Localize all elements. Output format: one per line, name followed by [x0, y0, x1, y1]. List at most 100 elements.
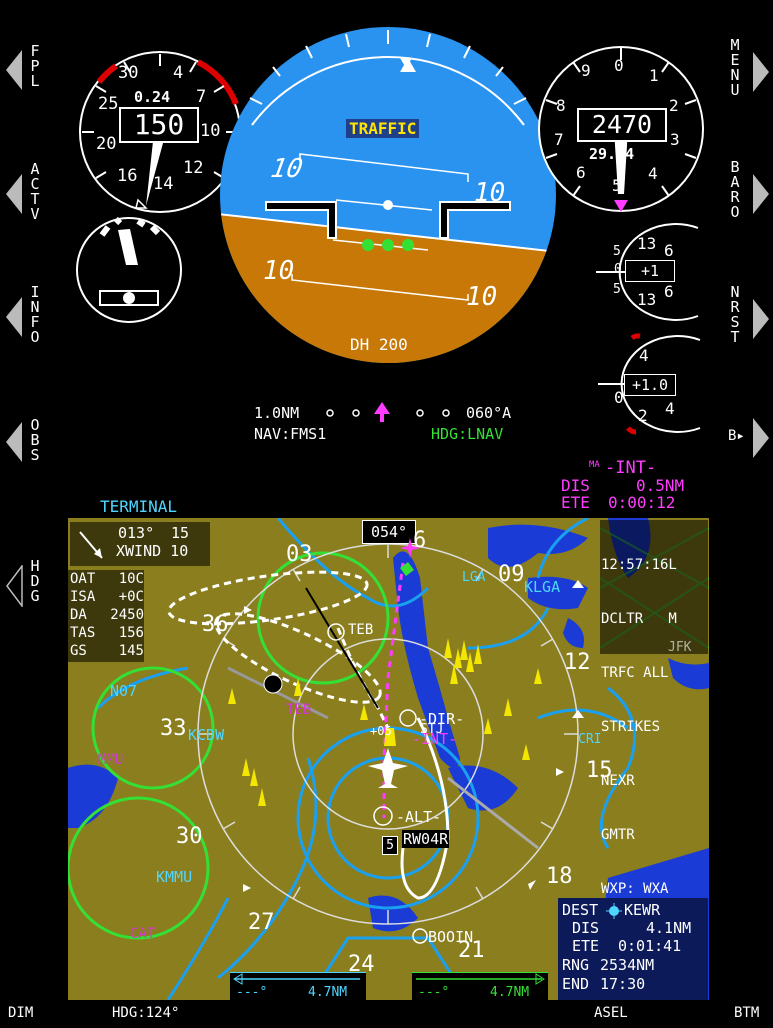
- altimeter-tick: 7: [554, 130, 564, 149]
- airport-label-teb[interactable]: TEB: [348, 622, 373, 638]
- vsi-tick: 13: [637, 290, 657, 309]
- nav-source: NAV:FMS1: [254, 425, 327, 443]
- traffic-setting[interactable]: TRFC ALL: [601, 664, 677, 682]
- decision-height: DH 200: [350, 335, 408, 354]
- waypoint-ma-label: MA: [589, 460, 600, 470]
- softkey-label: FPL: [30, 42, 40, 90]
- map-info-list: 12:57:16L DCLTR M TRFC ALL STRIKES NEXR …: [601, 520, 677, 934]
- softkey-menu[interactable]: MENU: [726, 38, 770, 104]
- altimeter-tick: 8: [556, 96, 566, 115]
- airport-label-klga[interactable]: KLGA: [524, 578, 560, 596]
- compass-label: 6: [413, 528, 427, 553]
- softkey-obs[interactable]: OBS: [6, 416, 46, 476]
- airspeed-readout: 150: [119, 107, 199, 143]
- bearing-1-distance: 4.7NM: [308, 985, 348, 1000]
- right-arrow-icon: [753, 418, 769, 458]
- pitch-label: 10: [263, 256, 295, 286]
- sequence-tag: 5: [382, 836, 398, 855]
- airport-label-kmmu[interactable]: KMMU: [156, 868, 192, 886]
- dim-softkey[interactable]: DIM: [8, 1005, 33, 1021]
- vsi-tick: 5: [613, 282, 621, 297]
- softkey-baro[interactable]: BARO: [726, 160, 770, 226]
- softkey-fpl[interactable]: FPL: [6, 42, 46, 98]
- gauge-tick: 0: [614, 388, 624, 407]
- right-arrow-icon: [753, 299, 769, 339]
- waypoint-label-booin[interactable]: BOOIN: [428, 928, 473, 946]
- softkey-label: INFO: [30, 283, 40, 346]
- softkey-label: BARO: [730, 158, 740, 221]
- runway-label[interactable]: RW04R: [402, 830, 450, 848]
- strikes-setting[interactable]: STRIKES: [601, 718, 677, 736]
- gauge-tick: 2: [638, 406, 648, 425]
- vor-label-cat[interactable]: CAT: [130, 926, 155, 942]
- waypoint-ete-label: ETE: [561, 493, 590, 512]
- vor-label-cri[interactable]: CRI: [578, 732, 601, 747]
- bearing-2-degrees: ---°: [418, 985, 450, 1000]
- left-arrow-icon: [6, 297, 22, 337]
- btm-softkey[interactable]: BTM: [734, 1005, 759, 1021]
- vsi-readout: +1: [625, 260, 675, 282]
- airspeed-tick: 12: [183, 158, 204, 178]
- airport-label-n07[interactable]: N07: [110, 682, 137, 700]
- air-data-value: 156: [118, 625, 144, 641]
- air-data-value: +0C: [118, 589, 144, 605]
- vor-label-teb[interactable]: TEB: [286, 702, 311, 718]
- altimeter-tick: 6: [576, 163, 586, 182]
- altimeter-tick: 0: [614, 56, 624, 75]
- airport-label-jfk[interactable]: JFK: [668, 640, 691, 655]
- vsi-tick: 5: [613, 244, 621, 259]
- gauge-tick: 4: [665, 399, 675, 418]
- altimeter-tick: 4: [648, 164, 658, 183]
- airspeed-tick: 7: [196, 87, 207, 107]
- wind-arrow-icon: [79, 531, 103, 559]
- left-arrow-icon: [6, 174, 22, 214]
- asel-softkey[interactable]: ASEL: [594, 1005, 628, 1021]
- softkey-label: MENU: [730, 36, 740, 99]
- pitch-label: 10: [466, 282, 498, 312]
- dest-ete: 0:01:41: [618, 937, 682, 955]
- declutter-setting[interactable]: DCLTR M: [601, 610, 677, 628]
- dest-ident: KEWR: [624, 901, 661, 919]
- mach-readout: 0.24: [134, 88, 171, 106]
- vor-label-lga[interactable]: LGA: [462, 570, 485, 585]
- altitude-readout: 2470: [577, 108, 667, 142]
- cdi-scale: [326, 402, 450, 422]
- air-data-value: 2450: [110, 607, 144, 623]
- dest-label: DEST: [562, 901, 599, 919]
- dest-distance: 4.1NM: [646, 919, 692, 937]
- gauge-readout: +1.0: [624, 374, 676, 396]
- air-data-list: OAT 10C ISA +0C DA 2450 TAS 156 GS 145: [70, 570, 144, 660]
- range-label: RNG: [562, 956, 590, 974]
- endurance-label: END: [562, 975, 590, 993]
- baro-setting: 29.94: [589, 145, 635, 163]
- airspeed-tick: 4: [173, 63, 184, 83]
- softkey-hdg[interactable]: HDG: [6, 557, 46, 617]
- moving-map[interactable]: 013° 15 XWIND 10 OAT 10C ISA +0C DA 2450 TA…: [68, 518, 709, 1000]
- bearing-arrow-icon: [416, 973, 545, 985]
- bearing-arrow-icon: [233, 973, 360, 985]
- heading-readout[interactable]: HDG:124°: [112, 1005, 179, 1021]
- dest-ete-label: ETE: [572, 937, 600, 955]
- heading-mode: HDG:LNAV: [431, 425, 504, 443]
- air-data-value: 145: [118, 643, 144, 659]
- pitch-label: 10: [268, 154, 305, 184]
- vor-label-mmu[interactable]: MMU: [98, 752, 123, 768]
- wxp-setting[interactable]: WXP: WXA: [601, 880, 677, 898]
- softkey-next-page[interactable]: B▸: [726, 416, 770, 464]
- air-data-row: GS 145: [70, 642, 144, 660]
- altimeter-tick: 2: [669, 96, 679, 115]
- waypoint-label-alt[interactable]: -ALT-: [396, 808, 441, 826]
- gmtr-setting[interactable]: GMTR: [601, 826, 677, 844]
- softkey-label: NRST: [730, 283, 740, 346]
- pitch-label: 10: [474, 178, 506, 208]
- softkey-nrst[interactable]: NRST: [726, 285, 770, 351]
- softkey-label: ACTV: [30, 160, 40, 223]
- waypoint-label-int[interactable]: -INT-: [412, 730, 457, 748]
- softkey-actv[interactable]: ACTV: [6, 160, 46, 230]
- wind-speed: 15: [171, 524, 190, 542]
- left-arrow-icon: [6, 422, 22, 462]
- airspeed-tick: 25: [98, 94, 119, 114]
- next-page-icon: B▸: [728, 428, 745, 444]
- softkey-info[interactable]: INFO: [6, 283, 46, 353]
- airport-label-kcdw[interactable]: KCDW: [188, 726, 224, 744]
